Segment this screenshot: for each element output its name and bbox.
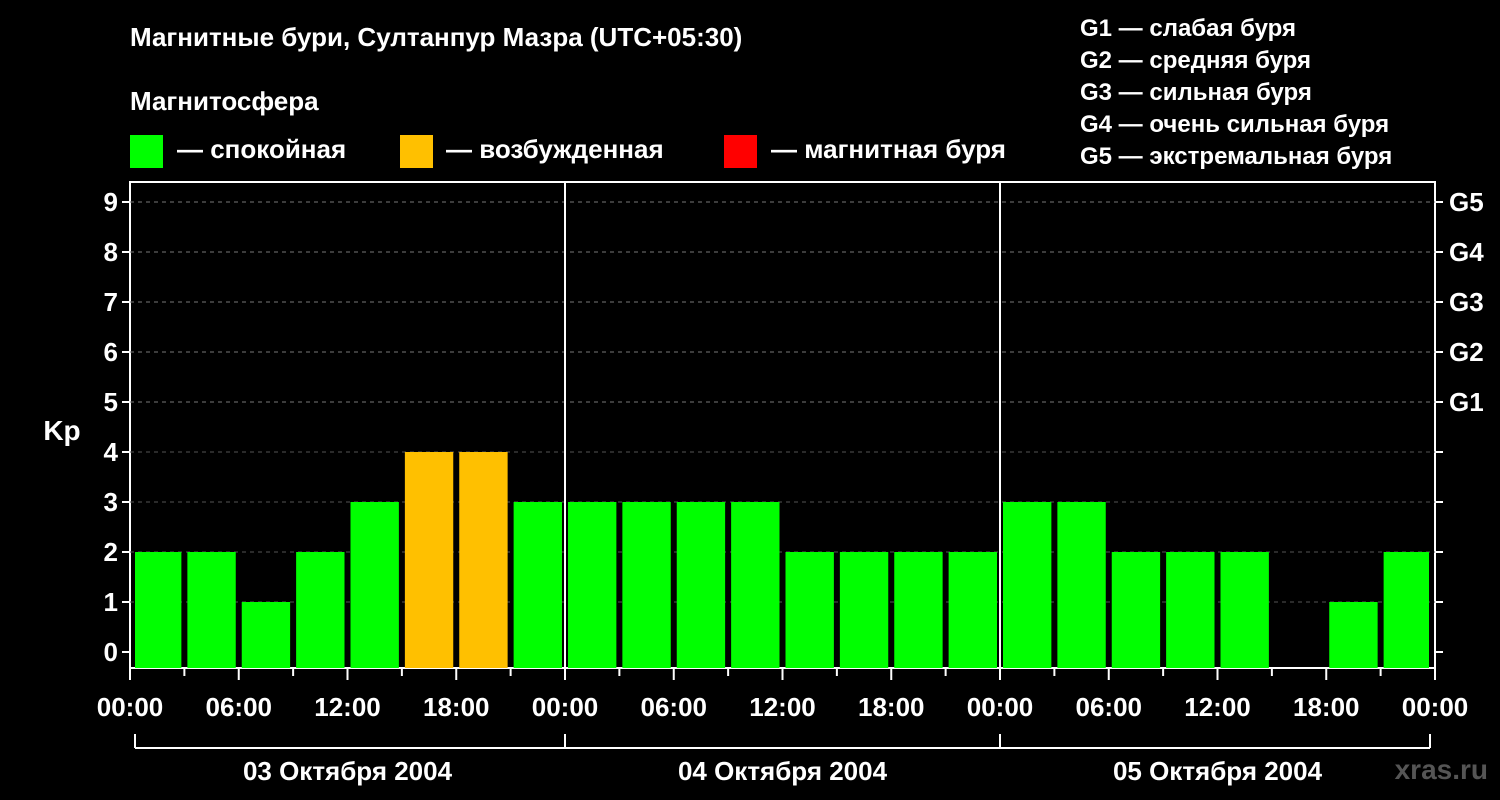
kp-bar (404, 452, 454, 668)
kp-bar (350, 502, 399, 668)
g-level-label: G4 (1449, 237, 1484, 267)
x-tick-label: 00:00 (1402, 692, 1469, 722)
x-tick-label: 12:00 (749, 692, 816, 722)
kp-bar (459, 452, 508, 668)
kp-bar (1003, 502, 1052, 668)
kp-bar (1329, 602, 1378, 668)
kp-bar (187, 552, 236, 668)
kp-bar (676, 502, 726, 668)
x-tick-label: 06:00 (206, 692, 273, 722)
kp-bar (1111, 552, 1161, 668)
kp-bar (731, 502, 780, 668)
kp-bar (948, 552, 997, 668)
kp-bar (1383, 552, 1429, 668)
y-tick-label: 3 (104, 487, 118, 517)
y-tick-label: 4 (104, 437, 119, 467)
y-tick-label: 0 (104, 637, 118, 667)
watermark: xras.ru (1394, 754, 1488, 785)
kp-bar (1057, 502, 1106, 668)
day-label: 03 Октября 2004 (243, 756, 453, 786)
kp-bar (622, 502, 671, 668)
y-tick-label: 5 (104, 387, 118, 417)
x-tick-label: 18:00 (423, 692, 490, 722)
g-level-label: G2 (1449, 337, 1484, 367)
y-tick-label: 8 (104, 237, 118, 267)
x-tick-label: 18:00 (1293, 692, 1360, 722)
x-tick-label: 00:00 (97, 692, 164, 722)
x-tick-label: 12:00 (1184, 692, 1251, 722)
y-tick-label: 6 (104, 337, 118, 367)
kp-bar-chart: 0 1 2 3 4 5 6 7 8 9 G1 G2 G3 G4 G5 Kp 00:00 06:00 12:00 18:… (43, 181, 1484, 786)
g-level-label: G5 (1449, 187, 1484, 217)
g-level-label: G3 (1449, 287, 1484, 317)
y-tick-label: 7 (104, 287, 118, 317)
kp-bar (839, 552, 889, 668)
x-tick-label: 06:00 (1076, 692, 1143, 722)
kp-bar (894, 552, 943, 668)
kp-bar (568, 502, 617, 668)
day-label: 04 Октября 2004 (678, 756, 888, 786)
y-tick-label: 2 (104, 537, 118, 567)
x-tick-label: 06:00 (641, 692, 708, 722)
x-tick-label: 18:00 (858, 692, 925, 722)
kp-bar (513, 502, 562, 668)
kp-bar (785, 552, 834, 668)
kp-bar (135, 552, 182, 668)
x-tick-label: 00:00 (532, 692, 599, 722)
day-label: 05 Октября 2004 (1113, 756, 1323, 786)
x-tick-label: 12:00 (314, 692, 381, 722)
kp-bar (1220, 552, 1269, 668)
y-tick-label: 1 (104, 587, 118, 617)
x-tick-label: 00:00 (967, 692, 1034, 722)
y-axis-label: Kp (43, 415, 80, 446)
kp-bar (1166, 552, 1215, 668)
y-tick-label: 9 (104, 187, 118, 217)
g-level-label: G1 (1449, 387, 1484, 417)
kp-bar (296, 552, 345, 668)
kp-bar (241, 602, 291, 668)
